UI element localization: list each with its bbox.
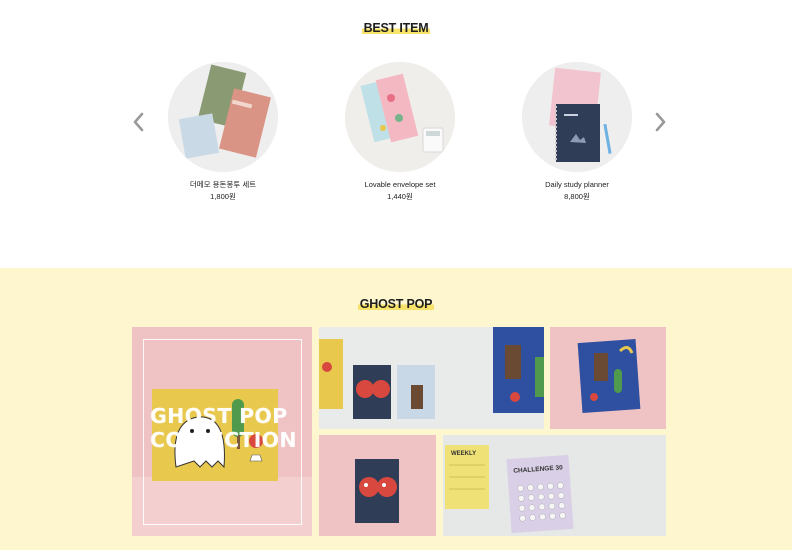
product-card[interactable]: Lovable envelope set 1,440원 [330, 62, 470, 202]
product-image[interactable] [522, 62, 632, 172]
product-image[interactable] [168, 62, 278, 172]
best-item-heading: BEST ITEM [0, 19, 792, 37]
gallery-image[interactable] [319, 327, 544, 429]
gallery-image[interactable] [550, 327, 666, 429]
chevron-left-icon [133, 112, 144, 132]
product-price: 1,440원 [387, 192, 413, 201]
product-name[interactable]: Lovable envelope set [330, 180, 470, 190]
product-price: 1,800원 [210, 192, 236, 201]
gallery-image[interactable] [319, 435, 436, 536]
chevron-right-icon [655, 112, 666, 132]
product-card[interactable]: Daily study planner 8,800원 [507, 62, 647, 202]
carousel-next-button[interactable] [649, 108, 671, 136]
product-name[interactable]: Daily study planner [507, 180, 647, 190]
product-price: 8,800원 [564, 192, 590, 201]
ghost-pop-heading: GHOST POP [0, 295, 792, 313]
carousel-prev-button[interactable] [128, 108, 150, 136]
product-card[interactable]: 더메모 용돈봉투 세트 1,800원 [153, 62, 293, 202]
best-item-title: BEST ITEM [361, 21, 431, 35]
weekly-text: WEEKLY [451, 451, 476, 457]
product-name[interactable]: 더메모 용돈봉투 세트 [153, 180, 293, 190]
collection-label[interactable]: GHOST POP COLLECTION [150, 404, 320, 452]
gallery-image[interactable]: WEEKLY CHALLENGE 30 [443, 435, 666, 536]
product-image[interactable] [345, 62, 455, 172]
ghost-pop-title: GHOST POP [357, 297, 435, 311]
